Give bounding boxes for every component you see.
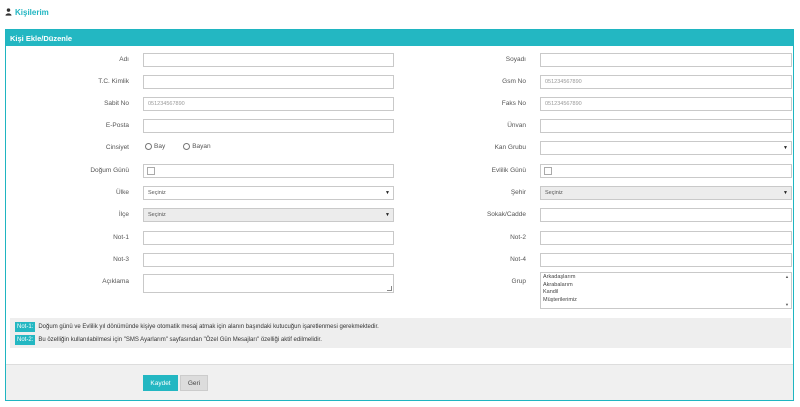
- contact-form-panel: Kişi Ekle/Düzenle Adı Soyadı T.C. Kimlik…: [5, 29, 794, 401]
- city-label: Şehir: [510, 189, 526, 196]
- group-label: Grup: [511, 278, 526, 285]
- note3-input[interactable]: [143, 253, 394, 267]
- fax-label: Faks No: [501, 100, 526, 107]
- tc-label: T.C. Kimlik: [98, 78, 129, 85]
- city-value: Seçiniz: [545, 190, 563, 196]
- district-value: Seçiniz: [148, 212, 166, 218]
- gender-option-label: Bayan: [192, 143, 211, 150]
- page-title[interactable]: Kişilerim: [15, 8, 49, 17]
- note-text: Doğum günü ve Evlilik yıl dönümünde kişi…: [38, 324, 379, 330]
- note-text: Bu özelliğin kullanılabilmesi için "SMS …: [38, 337, 322, 343]
- tc-input[interactable]: [143, 75, 394, 89]
- blood-group-label: Kan Grubu: [494, 144, 526, 151]
- anniversary-checkbox[interactable]: [544, 167, 552, 175]
- gender-radio-group: Bay Bayan: [145, 143, 225, 150]
- last-name-input[interactable]: [540, 53, 792, 67]
- page-header: Kişilerim: [5, 5, 49, 19]
- caret-down-icon: ▼: [385, 212, 390, 218]
- note1-input[interactable]: [143, 231, 394, 245]
- group-option[interactable]: Müşterilerimiz: [543, 297, 789, 305]
- group-listbox[interactable]: Arkadaşlarım Akrabalarım Kandil Müşteril…: [540, 272, 792, 309]
- birthday-input[interactable]: [143, 164, 394, 178]
- note3-label: Not-3: [113, 256, 129, 263]
- resize-handle-icon[interactable]: [387, 286, 392, 291]
- form-footer: Kaydet Geri: [6, 364, 793, 400]
- group-option[interactable]: Akrabalarım: [543, 282, 789, 290]
- country-value: Seçiniz: [148, 190, 166, 196]
- user-icon: [5, 8, 12, 16]
- gender-label: Cinsiyet: [105, 144, 129, 151]
- phone-label: Sabit No: [104, 100, 129, 107]
- phone-input[interactable]: 051234567890: [143, 97, 394, 111]
- note2-input[interactable]: [540, 231, 792, 245]
- notes-box: Not-1: Doğum günü ve Evlilik yıl dönümün…: [10, 318, 791, 348]
- first-name-label: Adı: [119, 56, 129, 63]
- group-option[interactable]: Arkadaşlarım: [543, 274, 789, 282]
- birthday-label: Doğum Günü: [90, 167, 129, 174]
- caret-down-icon: ▼: [783, 145, 788, 151]
- email-label: E-Posta: [105, 122, 129, 129]
- scroll-down-icon[interactable]: ▼: [785, 302, 789, 307]
- street-label: Sokak/Cadde: [486, 211, 526, 218]
- last-name-label: Soyadı: [505, 56, 526, 63]
- note2-label: Not-2: [510, 234, 526, 241]
- group-option[interactable]: Kandil: [543, 289, 789, 297]
- caret-down-icon: ▼: [783, 190, 788, 196]
- gender-option-label: Bay: [154, 143, 166, 150]
- country-select[interactable]: Seçiniz ▼: [143, 186, 394, 200]
- gsm-label: Gsm No: [502, 78, 526, 85]
- street-input[interactable]: [540, 208, 792, 222]
- scroll-up-icon[interactable]: ▲: [785, 274, 789, 279]
- description-label: Açıklama: [102, 278, 129, 285]
- gender-option-bayan[interactable]: Bayan: [183, 143, 211, 150]
- email-input[interactable]: [143, 119, 394, 133]
- gender-option-bay[interactable]: Bay: [145, 143, 165, 150]
- save-button[interactable]: Kaydet: [143, 375, 178, 391]
- note4-label: Not-4: [510, 256, 526, 263]
- anniversary-input[interactable]: [540, 164, 792, 178]
- gsm-input[interactable]: 051234567890: [540, 75, 792, 89]
- first-name-input[interactable]: [143, 53, 394, 67]
- description-textarea[interactable]: [143, 274, 394, 293]
- note-row: Not-1: Doğum günü ve Evlilik yıl dönümün…: [10, 321, 791, 333]
- listbox-scrollbar[interactable]: ▲ ▼: [784, 274, 790, 307]
- district-label: İlçe: [118, 211, 129, 218]
- country-label: Ülke: [115, 189, 129, 196]
- note1-label: Not-1: [113, 234, 129, 241]
- district-select[interactable]: Seçiniz ▼: [143, 208, 394, 222]
- note-row: Not-2: Bu özelliğin kullanılabilmesi içi…: [10, 334, 791, 346]
- title-input[interactable]: [540, 119, 792, 133]
- back-button[interactable]: Geri: [180, 375, 208, 391]
- anniversary-label: Evlilik Günü: [491, 167, 526, 174]
- title-label: Ünvan: [507, 122, 526, 129]
- city-select[interactable]: Seçiniz ▼: [540, 186, 792, 200]
- caret-down-icon: ▼: [385, 190, 390, 196]
- note4-input[interactable]: [540, 253, 792, 267]
- radio-icon[interactable]: [183, 143, 191, 150]
- birthday-checkbox[interactable]: [147, 167, 155, 175]
- fax-input[interactable]: 051234567890: [540, 97, 792, 111]
- blood-group-select[interactable]: ▼: [540, 141, 792, 155]
- panel-title: Kişi Ekle/Düzenle: [6, 30, 793, 46]
- note-tag: Not-1:: [15, 322, 36, 332]
- radio-icon[interactable]: [145, 143, 152, 150]
- note-tag: Not-2:: [15, 335, 36, 345]
